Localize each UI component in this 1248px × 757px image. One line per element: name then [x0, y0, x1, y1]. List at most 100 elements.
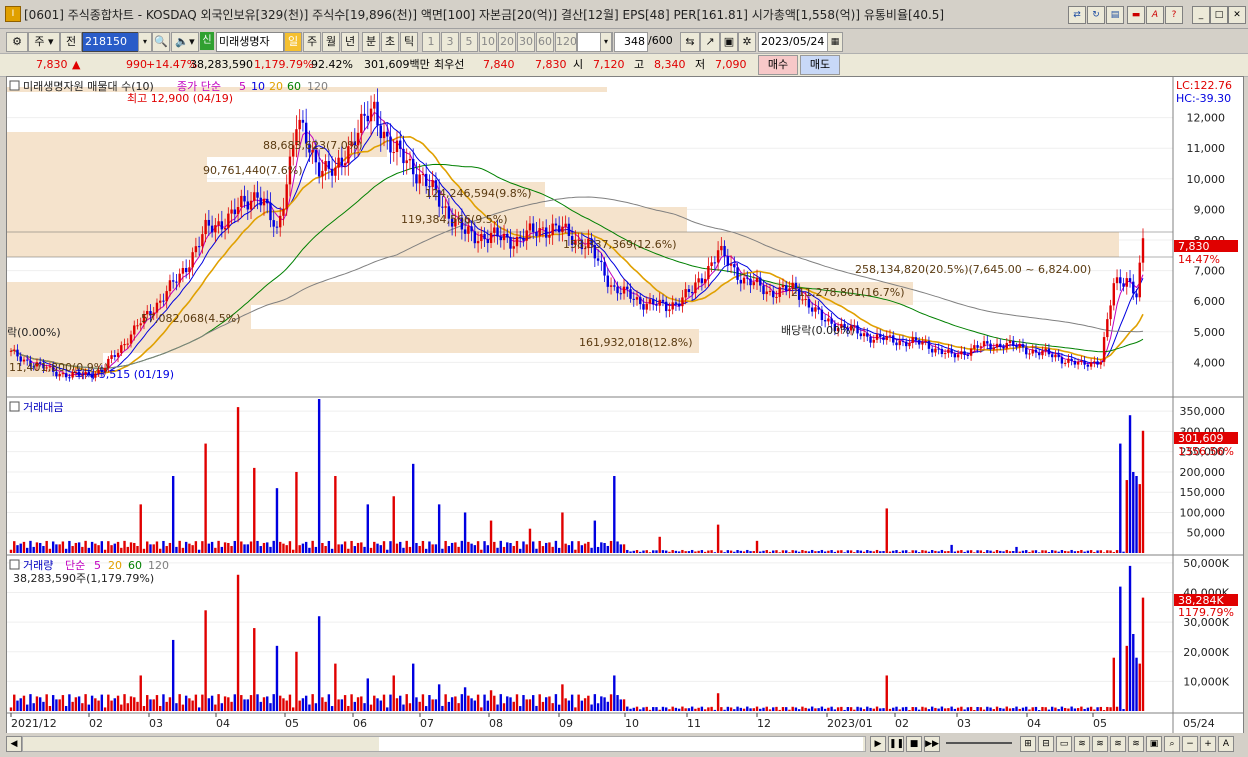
volume-bar: [1018, 708, 1021, 711]
scroll-left-icon[interactable]: ◀: [6, 736, 22, 752]
print-icon[interactable]: ▤: [1106, 6, 1124, 24]
volume-bar: [570, 694, 574, 711]
zoom-out-icon[interactable]: −: [1182, 736, 1198, 752]
options-icon[interactable]: ✲: [738, 32, 756, 52]
sell-button[interactable]: 매도: [800, 55, 840, 75]
volume-bar: [9, 707, 13, 711]
tool-icon-8[interactable]: ▣: [1146, 736, 1162, 752]
minimize-icon[interactable]: _: [1192, 6, 1210, 24]
tool-icon-1[interactable]: ⊞: [1020, 736, 1036, 752]
amount-bar: [635, 550, 639, 553]
save-icon[interactable]: ▣: [720, 32, 738, 52]
zoom-in-icon[interactable]: +: [1200, 736, 1216, 752]
tool-icon-7[interactable]: ≋: [1128, 736, 1144, 752]
volume-bar: [476, 694, 480, 711]
search-icon[interactable]: 🔍: [152, 32, 170, 52]
link-icon[interactable]: ⇄: [1068, 6, 1086, 24]
candle-body: [888, 335, 892, 337]
prev-button[interactable]: 전: [60, 32, 82, 52]
amount-bar: [227, 542, 230, 553]
amount-bar: [609, 540, 613, 553]
refresh-icon[interactable]: ↻: [1087, 6, 1105, 24]
candle-body: [506, 233, 509, 238]
tool-icon-4[interactable]: ≋: [1074, 736, 1090, 752]
multiplier-1-button[interactable]: 1: [422, 32, 440, 52]
amount-bar: [639, 551, 642, 553]
volume-bar: [710, 706, 713, 711]
period-select[interactable]: 주 ▾: [28, 32, 60, 52]
interval-minute-button[interactable]: 분: [362, 32, 380, 52]
amount-bar: [982, 552, 986, 553]
play-icon[interactable]: ▶: [870, 736, 886, 752]
font-icon[interactable]: A: [1146, 6, 1164, 24]
stock-chart[interactable]: 미래생명자원 매물대 수(10) 종가 단순 5 10 20 60 120 LC…: [7, 77, 1243, 733]
volume-bar: [499, 694, 502, 711]
buy-button[interactable]: 매수: [758, 55, 798, 75]
volume-bar: [869, 707, 872, 711]
volume-bar: [1015, 706, 1018, 711]
interval-day-button[interactable]: 일: [284, 32, 302, 52]
horizontal-scrollbar[interactable]: [22, 736, 866, 752]
stock-code-input[interactable]: 218150: [82, 32, 140, 52]
volume-bar: [489, 690, 493, 711]
candle-body: [759, 277, 762, 286]
amount-bar: [314, 546, 318, 553]
pause-icon[interactable]: ❚❚: [888, 736, 904, 752]
tool-icon-5[interactable]: ≋: [1092, 736, 1108, 752]
candle-body: [13, 349, 16, 351]
close-icon[interactable]: ✕: [1228, 6, 1246, 24]
help-icon[interactable]: ?: [1165, 6, 1183, 24]
amount-bar: [139, 504, 142, 553]
volume-bar: [794, 707, 798, 711]
multiplier-60-button[interactable]: 60: [536, 32, 554, 52]
candle-body: [1115, 277, 1119, 284]
tool-icon-2[interactable]: ⊟: [1038, 736, 1054, 752]
zoom-icon[interactable]: ⇆: [680, 32, 700, 52]
speed-slider[interactable]: [946, 742, 1012, 744]
stop-icon[interactable]: ■: [906, 736, 922, 752]
zoom-search-icon[interactable]: ⌕: [1164, 736, 1180, 752]
multiplier-120-button[interactable]: 120: [555, 32, 577, 52]
volume-bar: [652, 707, 655, 711]
volume-bar: [415, 697, 418, 711]
interval-year-button[interactable]: 년: [341, 32, 359, 52]
calendar-icon[interactable]: ▦: [827, 32, 843, 52]
speaker-icon[interactable]: 🔈▾: [171, 32, 199, 52]
volume-bar: [694, 708, 697, 711]
interval-tick-button[interactable]: 틱: [400, 32, 418, 52]
fast-forward-icon[interactable]: ▶▶: [924, 736, 940, 752]
amount-bar: [807, 551, 811, 553]
interval-week-button[interactable]: 주: [303, 32, 321, 52]
amount-bar: [90, 541, 94, 553]
trade-amount: 301,609백만: [364, 58, 430, 71]
interval-month-button[interactable]: 월: [322, 32, 340, 52]
panel-menu-icon[interactable]: [9, 559, 20, 570]
tool-icon-3[interactable]: ▭: [1056, 736, 1072, 752]
trend-icon[interactable]: ↗: [700, 32, 720, 52]
font-size-icon[interactable]: A: [1218, 736, 1234, 752]
count-input[interactable]: 348: [614, 32, 648, 52]
candle-body: [269, 203, 272, 221]
volume-bar: [405, 694, 408, 711]
multiplier-5-button[interactable]: 5: [460, 32, 478, 52]
multiplier-20-button[interactable]: 20: [498, 32, 516, 52]
tool-icon-6[interactable]: ≋: [1110, 736, 1126, 752]
multiplier-30-button[interactable]: 30: [517, 32, 535, 52]
maximize-icon[interactable]: □: [1210, 6, 1228, 24]
scroll-thumb[interactable]: [379, 737, 863, 751]
minimize-to-tray-icon[interactable]: ▬: [1127, 6, 1145, 24]
multiplier-3-button[interactable]: 3: [441, 32, 459, 52]
candle-body: [1086, 364, 1090, 367]
date-input[interactable]: 2023/05/24: [758, 32, 830, 52]
volume-bar: [327, 694, 331, 711]
chart-settings-icon[interactable]: ⚙: [6, 32, 28, 52]
chart-pane[interactable]: 미래생명자원 매물대 수(10) 종가 단순 5 10 20 60 120 LC…: [6, 76, 1244, 734]
interval-second-button[interactable]: 초: [381, 32, 399, 52]
panel-menu-icon[interactable]: [9, 401, 20, 412]
amount-bar: [947, 551, 950, 553]
multiplier-dropdown-icon[interactable]: ▾: [600, 32, 612, 52]
code-dropdown-icon[interactable]: ▾: [138, 32, 152, 52]
multiplier-10-button[interactable]: 10: [479, 32, 497, 52]
panel-menu-icon[interactable]: [9, 80, 20, 91]
amount-bar: [249, 541, 253, 553]
